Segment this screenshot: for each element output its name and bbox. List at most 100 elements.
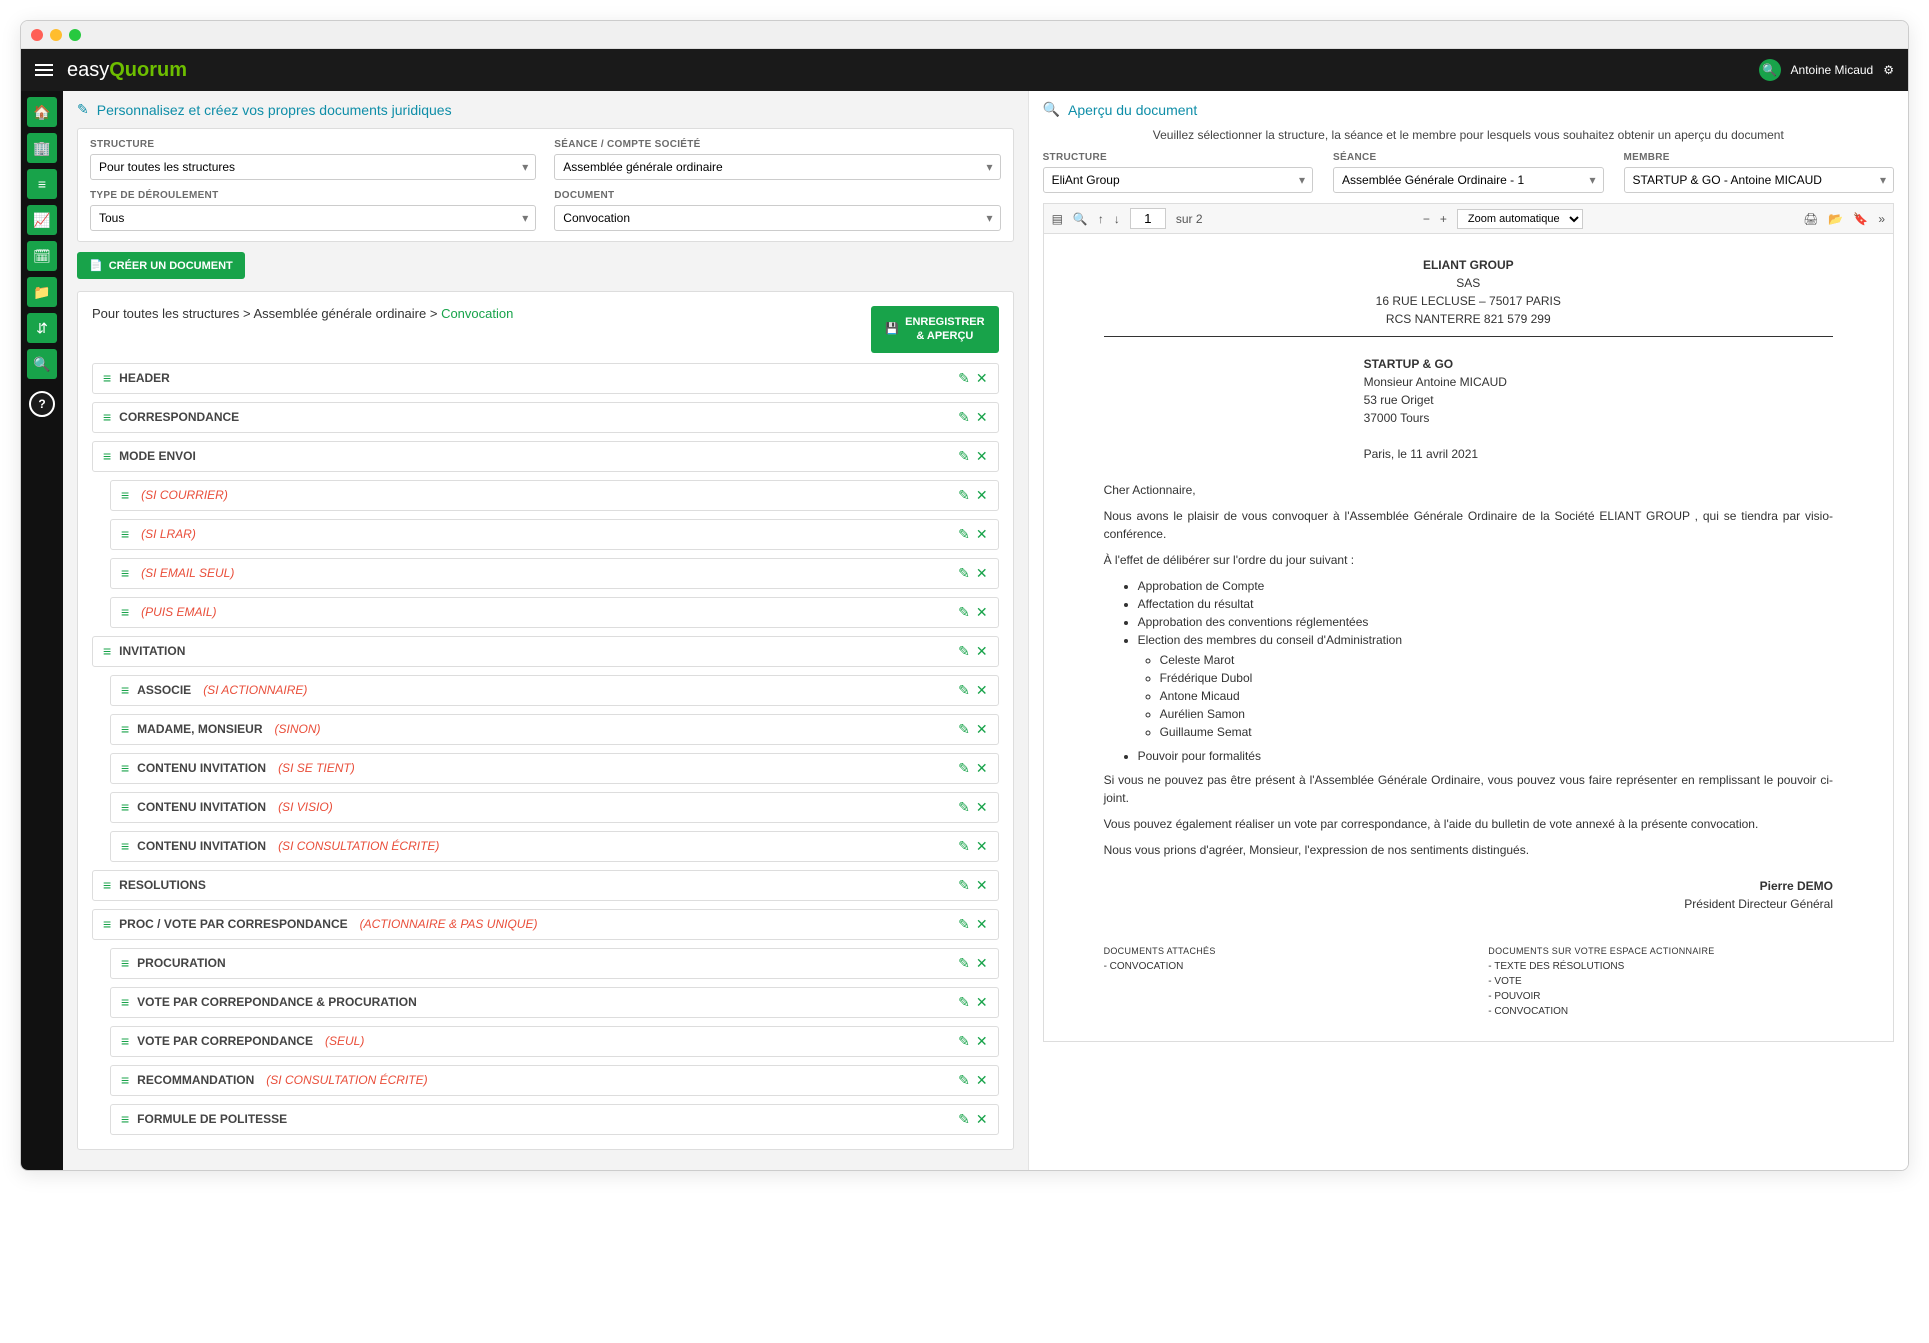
- logo[interactable]: easyQuorum: [67, 59, 187, 82]
- sidebar-icon[interactable]: ▤: [1052, 212, 1063, 226]
- search-icon[interactable]: 🔍: [1073, 212, 1088, 226]
- edit-icon[interactable]: ✎: [958, 721, 970, 738]
- drag-icon[interactable]: ≡: [121, 955, 129, 971]
- type-select[interactable]: Tous: [90, 205, 536, 231]
- edit-icon[interactable]: ✎: [958, 955, 970, 972]
- nav-search-icon[interactable]: 🔍: [27, 349, 57, 379]
- min-dot[interactable]: [50, 29, 62, 41]
- drag-icon[interactable]: ≡: [121, 1033, 129, 1049]
- close-icon[interactable]: ✕: [976, 760, 988, 777]
- drag-icon[interactable]: ≡: [103, 409, 111, 425]
- close-icon[interactable]: ✕: [976, 877, 988, 894]
- bookmark-icon[interactable]: 🔖: [1853, 212, 1868, 226]
- drag-icon[interactable]: ≡: [103, 916, 111, 932]
- drag-icon[interactable]: ≡: [121, 487, 129, 503]
- drag-icon[interactable]: ≡: [121, 526, 129, 542]
- drag-icon[interactable]: ≡: [121, 565, 129, 581]
- close-icon[interactable]: ✕: [976, 643, 988, 660]
- close-icon[interactable]: ✕: [976, 409, 988, 426]
- close-icon[interactable]: ✕: [976, 448, 988, 465]
- close-icon[interactable]: ✕: [976, 994, 988, 1011]
- drag-icon[interactable]: ≡: [103, 643, 111, 659]
- search-icon[interactable]: 🔍: [1759, 59, 1781, 81]
- open-icon[interactable]: 📂: [1828, 212, 1843, 226]
- nav-list-icon[interactable]: ≡: [27, 169, 57, 199]
- edit-icon[interactable]: ✎: [958, 526, 970, 543]
- gear-icon[interactable]: ⚙: [1883, 63, 1894, 77]
- edit-icon[interactable]: ✎: [958, 916, 970, 933]
- close-icon[interactable]: ✕: [976, 1033, 988, 1050]
- edit-icon[interactable]: ✎: [958, 682, 970, 699]
- close-icon[interactable]: ✕: [976, 1111, 988, 1128]
- nav-chart-icon[interactable]: 📈: [27, 205, 57, 235]
- drag-icon[interactable]: ≡: [121, 682, 129, 698]
- edit-icon[interactable]: ✎: [958, 760, 970, 777]
- drag-icon[interactable]: ≡: [121, 760, 129, 776]
- page-up-icon[interactable]: ↑: [1098, 212, 1104, 226]
- document-select[interactable]: Convocation: [554, 205, 1000, 231]
- nav-folder-icon[interactable]: 📁: [27, 277, 57, 307]
- nav-org-icon[interactable]: ⇵: [27, 313, 57, 343]
- edit-icon[interactable]: ✎: [958, 370, 970, 387]
- close-icon[interactable]: ✕: [976, 838, 988, 855]
- edit-icon[interactable]: ✎: [958, 1072, 970, 1089]
- close-icon[interactable]: ✕: [976, 604, 988, 621]
- edit-icon[interactable]: ✎: [958, 487, 970, 504]
- drag-icon[interactable]: ≡: [121, 721, 129, 737]
- edit-icon[interactable]: ✎: [958, 448, 970, 465]
- structure-select[interactable]: Pour toutes les structures: [90, 154, 536, 180]
- edit-icon[interactable]: ✎: [958, 1111, 970, 1128]
- drag-icon[interactable]: ≡: [103, 877, 111, 893]
- close-icon[interactable]: ✕: [976, 799, 988, 816]
- drag-icon[interactable]: ≡: [103, 448, 111, 464]
- zoom-out-icon[interactable]: −: [1423, 212, 1430, 226]
- drag-icon[interactable]: ≡: [121, 604, 129, 620]
- edit-icon[interactable]: ✎: [958, 799, 970, 816]
- print-icon[interactable]: 🖨: [1803, 212, 1818, 226]
- drag-icon[interactable]: ≡: [121, 1072, 129, 1088]
- page-down-icon[interactable]: ↓: [1114, 212, 1120, 226]
- preview-structure-select[interactable]: EliAnt Group: [1043, 167, 1313, 193]
- edit-icon[interactable]: ✎: [958, 565, 970, 582]
- close-icon[interactable]: ✕: [976, 916, 988, 933]
- close-dot[interactable]: [31, 29, 43, 41]
- drag-icon[interactable]: ≡: [121, 994, 129, 1010]
- close-icon[interactable]: ✕: [976, 487, 988, 504]
- edit-icon[interactable]: ✎: [958, 409, 970, 426]
- edit-icon[interactable]: ✎: [958, 994, 970, 1011]
- drag-icon[interactable]: ≡: [103, 370, 111, 386]
- create-document-button[interactable]: 📄 CRÉER UN DOCUMENT: [77, 252, 245, 279]
- close-icon[interactable]: ✕: [976, 565, 988, 582]
- edit-icon[interactable]: ✎: [958, 643, 970, 660]
- close-icon[interactable]: ✕: [976, 682, 988, 699]
- close-icon[interactable]: ✕: [976, 955, 988, 972]
- zoom-in-icon[interactable]: +: [1440, 212, 1447, 226]
- nav-help-icon[interactable]: ?: [29, 391, 55, 417]
- preview-membre-select[interactable]: STARTUP & GO - Antoine MICAUD: [1624, 167, 1894, 193]
- zoom-select[interactable]: Zoom automatique: [1457, 209, 1583, 229]
- preview-seance-select[interactable]: Assemblée Générale Ordinaire - 1: [1333, 167, 1603, 193]
- max-dot[interactable]: [69, 29, 81, 41]
- close-icon[interactable]: ✕: [976, 1072, 988, 1089]
- drag-icon[interactable]: ≡: [121, 1111, 129, 1127]
- edit-icon[interactable]: ✎: [958, 1033, 970, 1050]
- nav-calendar-icon[interactable]: 🗓: [27, 241, 57, 271]
- page-input[interactable]: [1130, 208, 1166, 229]
- user-name[interactable]: Antoine Micaud: [1791, 63, 1874, 77]
- seance-select[interactable]: Assemblée générale ordinaire: [554, 154, 1000, 180]
- close-icon[interactable]: ✕: [976, 721, 988, 738]
- save-preview-button[interactable]: 💾 ENREGISTRER& APERÇU: [871, 306, 998, 353]
- block-madame: MADAME, MONSIEUR: [137, 722, 262, 736]
- menu-icon[interactable]: [35, 64, 53, 76]
- edit-icon[interactable]: ✎: [958, 604, 970, 621]
- nav-home-icon[interactable]: 🏠: [27, 97, 57, 127]
- drag-icon[interactable]: ≡: [121, 838, 129, 854]
- doc-salut: Cher Actionnaire,: [1104, 481, 1833, 499]
- edit-icon[interactable]: ✎: [958, 838, 970, 855]
- nav-building-icon[interactable]: 🏢: [27, 133, 57, 163]
- edit-icon[interactable]: ✎: [958, 877, 970, 894]
- close-icon[interactable]: ✕: [976, 526, 988, 543]
- more-icon[interactable]: »: [1878, 212, 1885, 226]
- drag-icon[interactable]: ≡: [121, 799, 129, 815]
- close-icon[interactable]: ✕: [976, 370, 988, 387]
